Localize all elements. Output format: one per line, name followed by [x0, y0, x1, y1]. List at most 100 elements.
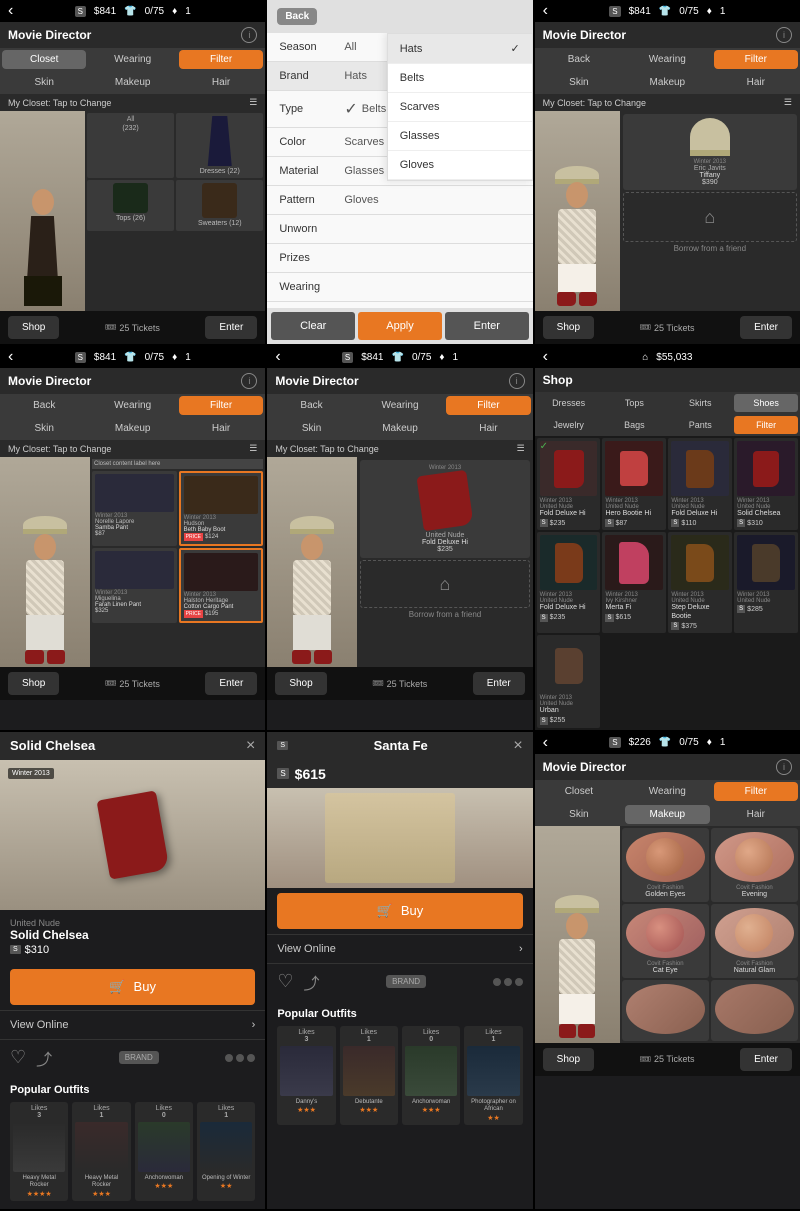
tab-wearing-9[interactable]: Wearing [625, 782, 709, 801]
tab-back-3[interactable]: Back [537, 50, 621, 69]
option-belts[interactable]: Belts [388, 64, 532, 93]
outfit-1-8[interactable]: Likes3 Danny's ★★★ [277, 1026, 335, 1126]
makeup-item-9-4[interactable]: Covit Fashion Natural Glam [711, 904, 798, 978]
info-icon-9[interactable]: i [776, 759, 792, 775]
shop-btn-9[interactable]: Shop [543, 1048, 594, 1071]
shop-item-6-5[interactable]: Winter 2013 United Nude Fold Deluxe Hi S… [537, 532, 601, 633]
buy-btn-7[interactable]: 🛒 Buy [10, 969, 255, 1005]
subtab-skin-9[interactable]: Skin [537, 805, 621, 824]
tab-closet-9[interactable]: Closet [537, 782, 621, 801]
option-hats[interactable]: Hats✓ [388, 34, 532, 64]
tab-filter-4[interactable]: Filter [179, 396, 263, 415]
share-icon-8[interactable]: ⤴ [303, 970, 319, 994]
tab-pants-6[interactable]: Pants [668, 416, 732, 434]
outfit-4-7[interactable]: Likes1 Opening of Winter ★★ [197, 1102, 255, 1202]
outfit-1-7[interactable]: Likes3 Heavy Metal Rocker ★★★★ [10, 1102, 68, 1202]
tab-wearing-5[interactable]: Wearing [358, 396, 442, 415]
makeup-item-9-5[interactable] [622, 980, 709, 1041]
closet-item-4-2[interactable]: Winter 2013 Hudson Beth Baby Boot PRICE$… [179, 471, 264, 546]
back-arrow-1[interactable]: ‹ [8, 2, 13, 20]
option-glasses[interactable]: Glasses [388, 122, 532, 151]
tab-jewelry-6[interactable]: Jewelry [537, 416, 601, 434]
tab-shoes-6[interactable]: Shoes [734, 394, 798, 412]
item-all-1[interactable]: All (232) [87, 113, 174, 178]
info-icon-4[interactable]: i [241, 373, 257, 389]
info-icon-1[interactable]: i [241, 27, 257, 43]
filter-prizes[interactable]: Prizes [267, 244, 532, 273]
back-arrow-9[interactable]: ‹ [543, 734, 548, 752]
closet-item-4-4[interactable]: Winter 2013 Halston Heritage Cotton Carg… [179, 548, 264, 623]
subtab-skin-3[interactable]: Skin [537, 73, 621, 92]
makeup-item-9-6[interactable] [711, 980, 798, 1041]
subtab-skin-5[interactable]: Skin [269, 419, 353, 438]
subtab-hair-5[interactable]: Hair [446, 419, 530, 438]
subtab-makeup-1[interactable]: Makeup [90, 73, 174, 92]
closet-item-4-1[interactable]: Winter 2013 Norelle Lapore Samba Pant $8… [92, 471, 177, 546]
close-btn-8[interactable]: × [513, 737, 522, 755]
makeup-item-9-1[interactable]: Covit Fashion Golden Eyes [622, 828, 709, 902]
brand-btn-7[interactable]: BRAND [119, 1051, 159, 1064]
subtab-hair-4[interactable]: Hair [179, 419, 263, 438]
option-gloves[interactable]: Gloves [388, 151, 532, 180]
shop-item-6-3[interactable]: Winter 2013 United Nude Fold Deluxe Hi S… [668, 438, 732, 530]
subtab-skin-4[interactable]: Skin [2, 419, 86, 438]
borrow-label-5[interactable]: Borrow from a friend [360, 610, 529, 619]
filter-apply-btn[interactable]: Apply [358, 312, 442, 340]
borrow-label-3[interactable]: Borrow from a friend [623, 244, 797, 253]
filter-clear-btn[interactable]: Clear [271, 312, 355, 340]
outfit-3-7[interactable]: Likes0 Anchorwoman ★★★ [135, 1102, 193, 1202]
shop-btn-1[interactable]: Shop [8, 316, 59, 339]
shop-item-6-6[interactable]: Winter 2013 Ivy Kirshner Merta Fi S$615 [602, 532, 666, 633]
shop-btn-3[interactable]: Shop [543, 316, 594, 339]
subtab-skin-1[interactable]: Skin [2, 73, 86, 92]
close-btn-7[interactable]: × [246, 737, 255, 755]
outfit-2-7[interactable]: Likes1 Heavy Metal Rocker ★★★ [72, 1102, 130, 1202]
tab-closet-1[interactable]: Closet [2, 50, 86, 69]
shop-item-6-9[interactable]: Winter 2013 United Nude Urban S$255 [537, 635, 601, 727]
tab-wearing-1[interactable]: Wearing [90, 50, 174, 69]
shop-item-6-2[interactable]: Winter 2013 United Nude Hero Bootie Hi S… [602, 438, 666, 530]
tab-filter-9[interactable]: Filter [714, 782, 798, 801]
subtab-hair-1[interactable]: Hair [179, 73, 263, 92]
enter-btn-1[interactable]: Enter [205, 316, 257, 339]
subtab-makeup-9[interactable]: Makeup [625, 805, 709, 824]
back-arrow-4[interactable]: ‹ [8, 348, 13, 366]
tab-skirts-6[interactable]: Skirts [668, 394, 732, 412]
enter-btn-9[interactable]: Enter [740, 1048, 792, 1071]
share-icon-7[interactable]: ⤴ [36, 1046, 52, 1070]
shop-btn-5[interactable]: Shop [275, 672, 326, 695]
enter-btn-5[interactable]: Enter [473, 672, 525, 695]
info-icon-3[interactable]: i [776, 27, 792, 43]
tab-bags-6[interactable]: Bags [603, 416, 667, 434]
back-arrow-3[interactable]: ‹ [543, 2, 548, 20]
filter-wearing[interactable]: Wearing [267, 273, 532, 302]
view-online-8[interactable]: View Online › [267, 934, 532, 963]
tab-filter-1[interactable]: Filter [179, 50, 263, 69]
tab-dresses-6[interactable]: Dresses [537, 394, 601, 412]
subtab-makeup-5[interactable]: Makeup [358, 419, 442, 438]
tab-filter-3[interactable]: Filter [714, 50, 798, 69]
tab-back-5[interactable]: Back [269, 396, 353, 415]
info-icon-5[interactable]: i [509, 373, 525, 389]
subtab-hair-9[interactable]: Hair [714, 805, 798, 824]
tab-filter-5[interactable]: Filter [446, 396, 530, 415]
filter-unworn[interactable]: Unworn [267, 215, 532, 244]
enter-btn-4[interactable]: Enter [205, 672, 257, 695]
tab-filter-6[interactable]: Filter [734, 416, 798, 434]
back-arrow-6[interactable]: ‹ [543, 348, 548, 366]
closet-item-4-3[interactable]: Winter 2013 Miguelina Farah Linen Pant $… [92, 548, 177, 623]
shop-item-6-1[interactable]: ✓ Winter 2013 United Nude Fold Deluxe Hi… [537, 438, 601, 530]
makeup-item-9-3[interactable]: Covit Fashion Cat Eye [622, 904, 709, 978]
outfit-3-8[interactable]: Likes0 Anchorwoman ★★★ [402, 1026, 460, 1126]
item-sweaters-1[interactable]: Sweaters (12) [176, 180, 263, 230]
heart-icon-7[interactable]: ♡ [10, 1047, 26, 1068]
buy-btn-8[interactable]: 🛒 Buy [277, 893, 522, 929]
tab-back-4[interactable]: Back [2, 396, 86, 415]
tab-tops-6[interactable]: Tops [603, 394, 667, 412]
makeup-item-9-2[interactable]: Covit Fashion Evening [711, 828, 798, 902]
shop-btn-4[interactable]: Shop [8, 672, 59, 695]
brand-btn-8[interactable]: BRAND [386, 975, 426, 988]
tab-wearing-3[interactable]: Wearing [625, 50, 709, 69]
option-scarves[interactable]: Scarves [388, 93, 532, 122]
subtab-hair-3[interactable]: Hair [714, 73, 798, 92]
